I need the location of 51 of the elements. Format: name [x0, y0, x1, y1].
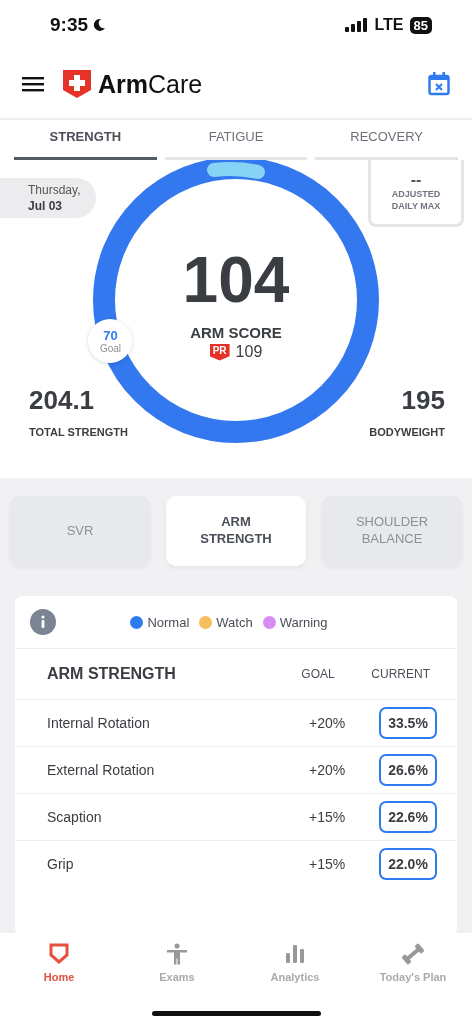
arm-score-value: 104 [182, 248, 290, 312]
moon-icon [92, 18, 107, 32]
network-label: LTE [374, 16, 404, 34]
exam-date: Thursday, Jul 03 [28, 183, 81, 214]
total-strength-value: 204.1 [29, 385, 96, 416]
current-value: 26.6% [379, 754, 437, 786]
segment-button[interactable]: SHOULDER BALANCE [322, 496, 462, 566]
menu-icon[interactable] [22, 75, 44, 93]
nav-item[interactable]: Exams [118, 933, 236, 1024]
info-icon[interactable] [30, 609, 56, 635]
legend-label: Warning [279, 614, 328, 630]
table-cell-text: +20% [309, 762, 347, 778]
pr-badge: PR [209, 343, 230, 361]
nav-item[interactable]: Today's Plan [354, 933, 472, 1024]
nav-item[interactable]: Analytics [236, 933, 354, 1024]
table-cell-text: +20% [309, 715, 347, 731]
nav-item[interactable]: Home [0, 933, 118, 1024]
table-cell-text: External Rotation [47, 762, 156, 778]
table-cell-text: Scaption [47, 809, 103, 825]
table-title: ARM STRENGTH [47, 665, 177, 683]
legend-label: Watch [216, 614, 253, 630]
segment-button[interactable]: SVR [10, 496, 150, 566]
table-cell-text: +15% [309, 856, 347, 872]
table-cell-text: Grip [47, 856, 75, 872]
calendar-icon[interactable] [428, 72, 450, 96]
home-plate-icon [48, 943, 70, 965]
dumbbell-icon [401, 943, 425, 965]
clock: 9:35 [50, 14, 107, 36]
column-header: CURRENT [371, 667, 430, 681]
column-header: GOAL [301, 667, 336, 681]
bodyweight-value: 195 [401, 385, 445, 416]
shield-cross-icon [62, 69, 92, 99]
segment-button[interactable]: ARM STRENGTH [166, 496, 306, 566]
arm-score-label: ARM SCORE [190, 324, 282, 341]
legend-label: Normal [147, 614, 190, 630]
bar-chart-icon [285, 943, 305, 965]
person-icon [166, 943, 188, 965]
goal-marker: 70 Goal [88, 318, 133, 363]
adjusted-max-label: ADJUSTED DAILY MAX [390, 189, 442, 213]
table-cell-text: +15% [309, 809, 347, 825]
brand-name: ArmCare [98, 69, 203, 99]
adjusted-max-value: -- [410, 171, 422, 190]
pr-value: 109 [235, 343, 263, 361]
current-value: 33.5% [379, 707, 437, 739]
battery-level: 85 [409, 16, 432, 34]
table-cell-text: Internal Rotation [47, 715, 151, 731]
bodyweight-label: BODYWEIGHT [369, 426, 445, 438]
signal-icon [344, 18, 369, 32]
current-value: 22.0% [379, 848, 437, 880]
current-value: 22.6% [379, 801, 437, 833]
total-strength-label: TOTAL STRENGTH [29, 426, 128, 438]
